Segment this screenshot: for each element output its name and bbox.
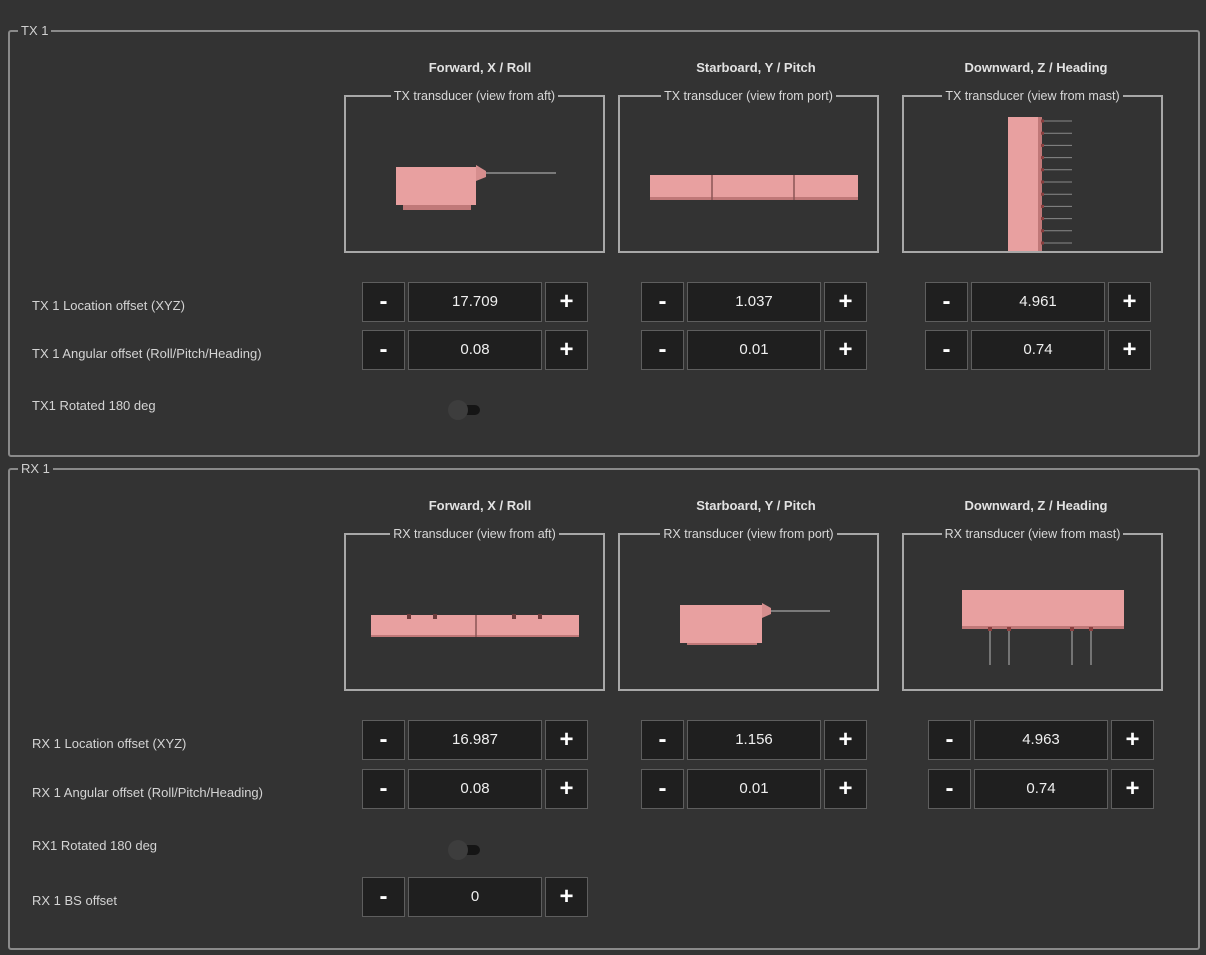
rx-location-z-increment-button[interactable]: + — [1111, 720, 1154, 760]
tx-rotated-toggle[interactable] — [448, 400, 488, 420]
rx-col-header-y: Starboard, Y / Pitch — [696, 498, 816, 513]
tx-group-legend: TX 1 — [18, 23, 52, 39]
tx-angular-roll-decrement-button[interactable]: - — [362, 330, 405, 370]
tx-transducer-port-image — [650, 175, 858, 200]
tx-col-header-x: Forward, X / Roll — [428, 60, 532, 75]
tx-location-x-increment-button[interactable]: + — [545, 282, 588, 322]
tx-angular-pitch-decrement-button[interactable]: - — [641, 330, 684, 370]
rx-view-mast: RX transducer (view from mast) — [902, 527, 1163, 691]
rx-angular-pitch-input[interactable]: 0.01 — [687, 769, 821, 809]
rx-bs-offset-decrement-button[interactable]: - — [362, 877, 405, 917]
tx-location-z-stepper: - 4.961 + — [925, 282, 1151, 322]
rx-angular-roll-increment-button[interactable]: + — [545, 769, 588, 809]
rx-angular-heading-stepper: - 0.74 + — [928, 769, 1154, 809]
tx-angular-heading-stepper: - 0.74 + — [925, 330, 1151, 370]
tx-rotated-label: TX1 Rotated 180 deg — [32, 398, 156, 413]
tx-transducer-mast-image — [1008, 117, 1072, 251]
tx-angular-heading-input[interactable]: 0.74 — [971, 330, 1105, 370]
tx-angular-roll-stepper: - 0.08 + — [362, 330, 588, 370]
tx-angular-pitch-increment-button[interactable]: + — [824, 330, 867, 370]
rx-col-header-x: Forward, X / Roll — [428, 498, 532, 513]
tx-location-y-stepper: - 1.037 + — [641, 282, 867, 322]
tx-angular-roll-input[interactable]: 0.08 — [408, 330, 542, 370]
rx-view-aft: RX transducer (view from aft) — [344, 527, 605, 691]
rx-bs-offset-increment-button[interactable]: + — [545, 877, 588, 917]
rx-location-y-decrement-button[interactable]: - — [641, 720, 684, 760]
rx-location-x-decrement-button[interactable]: - — [362, 720, 405, 760]
rx-angular-heading-input[interactable]: 0.74 — [974, 769, 1108, 809]
tx-location-z-increment-button[interactable]: + — [1108, 282, 1151, 322]
rx-angular-roll-stepper: - 0.08 + — [362, 769, 588, 809]
rx-transducer-mast-image — [962, 590, 1124, 665]
rx-rotated-label: RX1 Rotated 180 deg — [32, 838, 158, 853]
tx-location-z-decrement-button[interactable]: - — [925, 282, 968, 322]
tx-group: TX 1 Forward, X / Roll Starboard, Y / Pi… — [8, 23, 1200, 457]
tx-location-x-stepper: - 17.709 + — [362, 282, 588, 322]
tx-location-x-input[interactable]: 17.709 — [408, 282, 542, 322]
rx-angular-pitch-increment-button[interactable]: + — [824, 769, 867, 809]
tx-angular-roll-increment-button[interactable]: + — [545, 330, 588, 370]
rx-rotated-toggle[interactable] — [448, 840, 488, 860]
rx-angular-pitch-decrement-button[interactable]: - — [641, 769, 684, 809]
rx-angular-roll-input[interactable]: 0.08 — [408, 769, 542, 809]
tx-view-port: TX transducer (view from port) — [618, 89, 879, 253]
rx-location-y-stepper: - 1.156 + — [641, 720, 867, 760]
rx-location-y-input[interactable]: 1.156 — [687, 720, 821, 760]
tx-location-x-decrement-button[interactable]: - — [362, 282, 405, 322]
tx-location-label: TX 1 Location offset (XYZ) — [32, 298, 185, 313]
rx-bs-offset-label: RX 1 BS offset — [32, 893, 118, 908]
tx-col-header-z: Downward, Z / Heading — [964, 60, 1108, 75]
rx-angular-roll-decrement-button[interactable]: - — [362, 769, 405, 809]
rx-location-label: RX 1 Location offset (XYZ) — [32, 736, 187, 751]
tx-view-mast: TX transducer (view from mast) — [902, 89, 1163, 253]
tx-location-y-input[interactable]: 1.037 — [687, 282, 821, 322]
rx-location-z-stepper: - 4.963 + — [928, 720, 1154, 760]
tx-angular-heading-decrement-button[interactable]: - — [925, 330, 968, 370]
tx-location-y-increment-button[interactable]: + — [824, 282, 867, 322]
rx-transducer-aft-image — [371, 614, 579, 637]
tx-col-header-y: Starboard, Y / Pitch — [696, 60, 816, 75]
rx-view-port: RX transducer (view from port) — [618, 527, 879, 691]
rx-location-y-increment-button[interactable]: + — [824, 720, 867, 760]
rx-location-x-stepper: - 16.987 + — [362, 720, 588, 760]
tx-location-z-input[interactable]: 4.961 — [971, 282, 1105, 322]
rx-angular-label: RX 1 Angular offset (Roll/Pitch/Heading) — [32, 785, 263, 800]
rx-location-x-input[interactable]: 16.987 — [408, 720, 542, 760]
tx-angular-heading-increment-button[interactable]: + — [1108, 330, 1151, 370]
rx-location-x-increment-button[interactable]: + — [545, 720, 588, 760]
rx-angular-heading-decrement-button[interactable]: - — [928, 769, 971, 809]
rx-transducer-port-image — [680, 603, 830, 645]
rx-group: RX 1 Forward, X / Roll Starboard, Y / Pi… — [8, 461, 1200, 950]
tx-transducer-aft-image — [396, 165, 556, 210]
rx-angular-pitch-stepper: - 0.01 + — [641, 769, 867, 809]
rx-location-z-input[interactable]: 4.963 — [974, 720, 1108, 760]
rx-location-z-decrement-button[interactable]: - — [928, 720, 971, 760]
tx-angular-pitch-stepper: - 0.01 + — [641, 330, 867, 370]
tx-location-y-decrement-button[interactable]: - — [641, 282, 684, 322]
rx-angular-heading-increment-button[interactable]: + — [1111, 769, 1154, 809]
rx-col-header-z: Downward, Z / Heading — [964, 498, 1108, 513]
rx-bs-offset-stepper: - 0 + — [362, 877, 588, 917]
rx-group-legend: RX 1 — [18, 461, 53, 477]
tx-angular-pitch-input[interactable]: 0.01 — [687, 330, 821, 370]
tx-view-aft: TX transducer (view from aft) — [344, 89, 605, 253]
rx-bs-offset-input[interactable]: 0 — [408, 877, 542, 917]
tx-angular-label: TX 1 Angular offset (Roll/Pitch/Heading) — [32, 346, 262, 361]
